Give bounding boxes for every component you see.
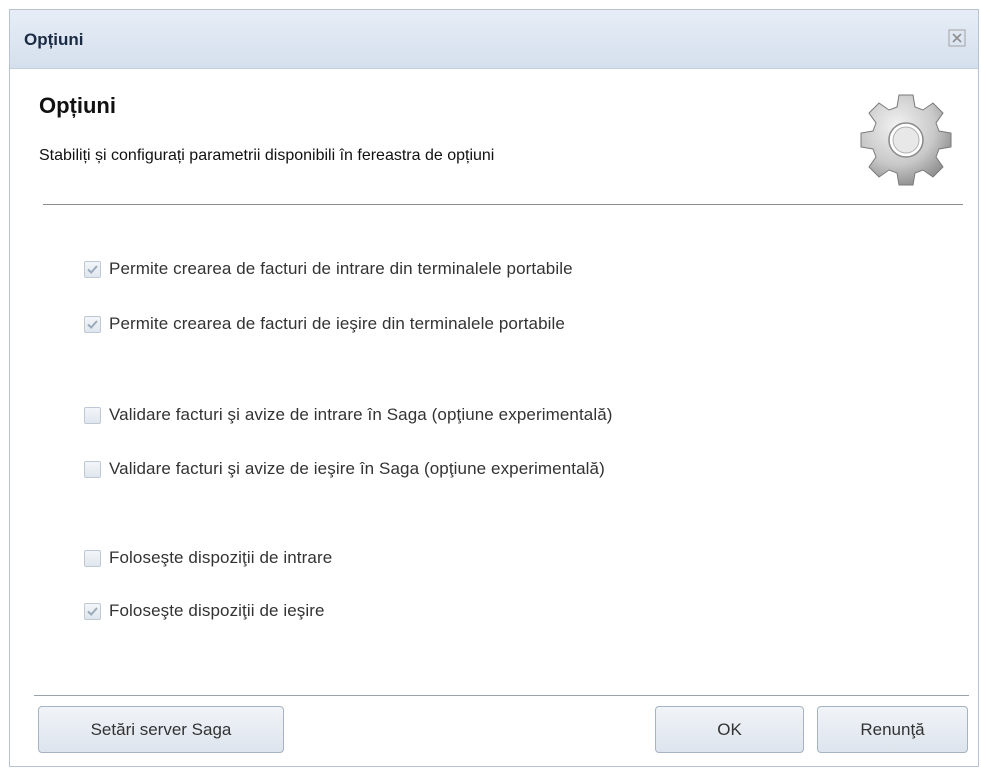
checkbox-checked[interactable] xyxy=(84,315,101,333)
close-icon xyxy=(948,29,966,47)
footer-divider xyxy=(34,695,969,696)
option-label: Validare facturi şi avize de ieşire în S… xyxy=(109,459,605,478)
checkmark-icon xyxy=(87,319,98,329)
header-title: Opțiuni xyxy=(39,93,116,118)
checkbox-unchecked[interactable] xyxy=(84,549,101,567)
title-bar[interactable]: Opțiuni xyxy=(10,10,978,69)
checkbox-unchecked[interactable] xyxy=(84,406,101,424)
checkbox-checked[interactable] xyxy=(84,260,101,278)
option-label: Foloseşte dispoziţii de intrare xyxy=(109,548,333,567)
option-dispozitii-iesire[interactable]: Foloseşte dispoziţii de ieşire xyxy=(84,599,325,623)
gear-icon xyxy=(860,94,952,186)
header-divider xyxy=(43,204,963,205)
options-dialog: Opțiuni Opțiuni Stabiliți și configurați… xyxy=(9,9,979,767)
dialog-header: Opțiuni Stabiliți și configurați paramet… xyxy=(10,69,978,209)
option-label: Permite crearea de facturi de ieşire din… xyxy=(109,314,565,333)
option-validare-intrare[interactable]: Validare facturi şi avize de intrare în … xyxy=(84,403,613,427)
option-label: Permite crearea de facturi de intrare di… xyxy=(109,259,573,278)
window-title: Opțiuni xyxy=(24,30,84,49)
server-settings-button[interactable]: Setări server Saga xyxy=(38,706,284,753)
ok-button[interactable]: OK xyxy=(655,706,804,753)
checkbox-checked[interactable] xyxy=(84,602,101,620)
option-validare-iesire[interactable]: Validare facturi şi avize de ieşire în S… xyxy=(84,457,605,481)
cancel-button[interactable]: Renunţă xyxy=(817,706,968,753)
header-subtitle: Stabiliți și configurați parametrii disp… xyxy=(39,147,495,164)
option-label: Foloseşte dispoziţii de ieşire xyxy=(109,601,325,620)
checkmark-icon xyxy=(87,264,98,274)
close-button[interactable] xyxy=(946,27,968,49)
option-permite-facturi-iesire[interactable]: Permite crearea de facturi de ieşire din… xyxy=(84,312,565,336)
option-label: Validare facturi şi avize de intrare în … xyxy=(109,405,613,424)
option-dispozitii-intrare[interactable]: Foloseşte dispoziţii de intrare xyxy=(84,546,332,570)
checkbox-unchecked[interactable] xyxy=(84,460,101,478)
checkmark-icon xyxy=(87,606,98,616)
option-permite-facturi-intrare[interactable]: Permite crearea de facturi de intrare di… xyxy=(84,257,573,281)
